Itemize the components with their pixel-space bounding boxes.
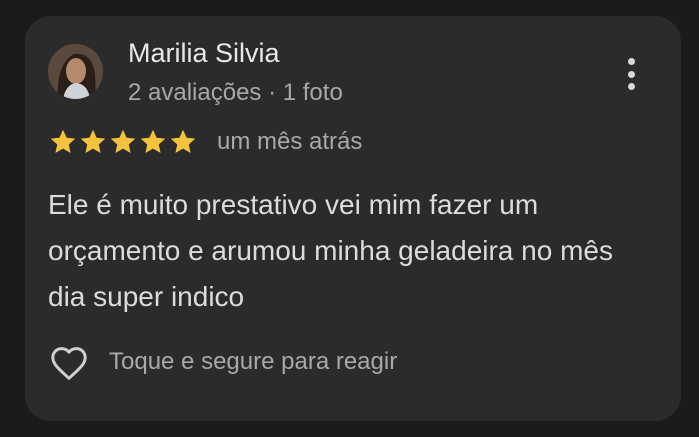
review-date: um mês atrás: [217, 128, 363, 155]
star-icon: [110, 129, 136, 153]
author-name[interactable]: Marilia Silvia: [128, 36, 280, 70]
avatar-photo: [48, 44, 103, 99]
react-hint: Toque e segure para reagir: [109, 348, 398, 375]
review-text: Ele é muito prestativo vei mim fazer um …: [48, 189, 613, 312]
menu-dot: [627, 83, 635, 90]
more-vert-icon[interactable]: [617, 56, 645, 92]
avatar[interactable]: [48, 44, 103, 99]
star-icon: [80, 129, 106, 153]
star-icon: [140, 129, 166, 153]
menu-dot: [627, 70, 635, 78]
menu-dot: [627, 58, 635, 65]
star-icon: [170, 129, 196, 153]
heart-outline-icon[interactable]: [48, 344, 90, 384]
star-icon: [50, 129, 76, 153]
review-card: Marilia Silvia 2 avaliações · 1 foto um …: [25, 16, 681, 421]
author-meta: 2 avaliações · 1 foto: [128, 79, 343, 106]
star-rating: [48, 127, 198, 157]
